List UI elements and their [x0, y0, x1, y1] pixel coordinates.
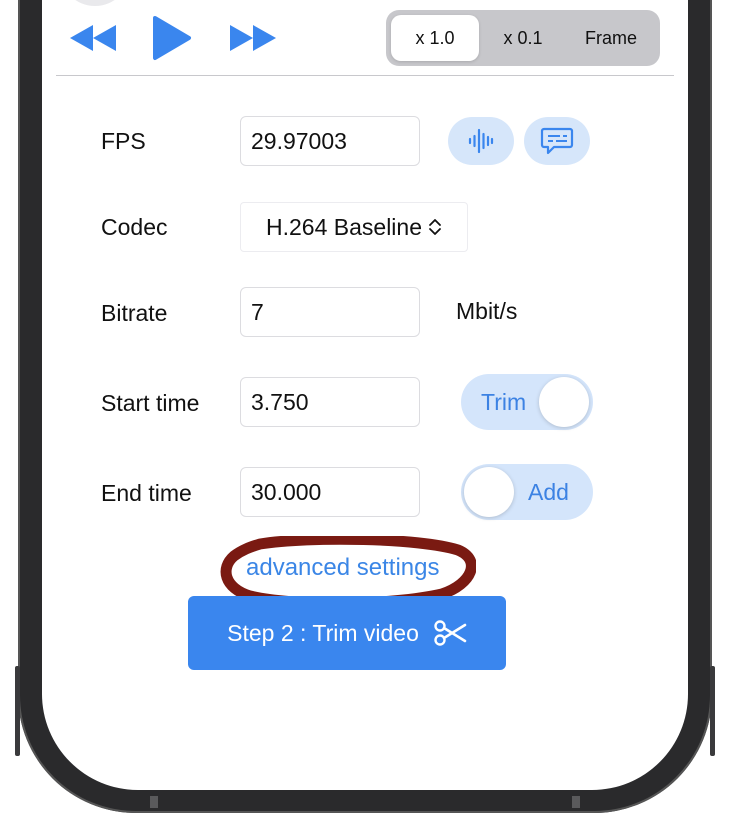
section-divider — [56, 75, 674, 76]
codec-select[interactable]: H.264 Baseline — [240, 202, 468, 252]
codec-value: H.264 Baseline — [266, 213, 422, 240]
audio-track-button[interactable] — [448, 117, 514, 165]
bitrate-unit: Mbit/s — [456, 298, 518, 324]
rewind-icon — [70, 25, 116, 51]
add-toggle-label: Add — [528, 478, 569, 505]
phone-side-button-left — [15, 666, 20, 756]
play-button[interactable] — [148, 14, 196, 62]
trim-video-button-label: Step 2 : Trim video — [227, 619, 419, 646]
end-time-label: End time — [101, 480, 192, 506]
fps-label: FPS — [101, 128, 146, 154]
add-toggle[interactable]: Add — [461, 464, 593, 520]
trim-toggle[interactable]: Trim — [461, 374, 593, 430]
fps-field[interactable] — [240, 116, 420, 166]
phone-antenna-band-right — [572, 796, 580, 808]
trim-toggle-label: Trim — [481, 388, 527, 415]
codec-label: Codec — [101, 214, 168, 240]
start-time-label: Start time — [101, 390, 200, 416]
speed-option-1x[interactable]: x 1.0 — [391, 15, 479, 61]
speed-option-0.1x[interactable]: x 0.1 — [479, 15, 567, 61]
chevron-up-down-icon — [429, 219, 441, 235]
speed-option-frame[interactable]: Frame — [567, 15, 655, 61]
subtitles-button[interactable] — [524, 117, 590, 165]
scissors-icon — [434, 620, 467, 646]
screenshot: x 1.0 x 0.1 Frame FPS Codec — [0, 0, 730, 816]
phone-side-button-right — [710, 666, 715, 756]
start-time-field[interactable] — [240, 377, 420, 427]
toggle-knob — [464, 467, 514, 517]
trim-video-button[interactable]: Step 2 : Trim video — [188, 596, 506, 670]
subtitle-bubble-icon — [540, 127, 574, 155]
rewind-button[interactable] — [66, 14, 120, 62]
bitrate-label: Bitrate — [101, 300, 168, 326]
waveform-icon — [468, 128, 494, 154]
play-icon — [153, 16, 191, 60]
phone-antenna-band-left — [150, 796, 158, 808]
end-time-field[interactable] — [240, 467, 420, 517]
toggle-knob — [539, 377, 589, 427]
playback-speed-segmented-control[interactable]: x 1.0 x 0.1 Frame — [386, 10, 660, 66]
fast-forward-button[interactable] — [226, 14, 280, 62]
bitrate-field[interactable] — [240, 287, 420, 337]
fast-forward-icon — [230, 25, 276, 51]
